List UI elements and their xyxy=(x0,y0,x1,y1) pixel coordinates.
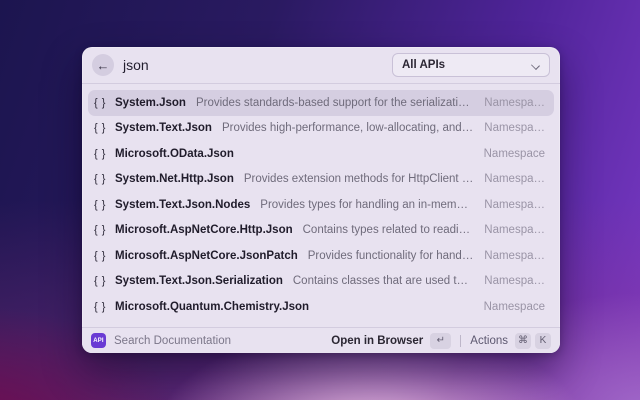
result-description: Provides functionality for handling JSON… xyxy=(307,249,475,262)
back-arrow-icon: ← xyxy=(96,57,110,73)
result-row[interactable]: { } System.Text.Json.Serialization Conta… xyxy=(88,269,554,295)
footer-divider xyxy=(460,334,462,347)
result-row[interactable]: { } Microsoft.AspNetCore.JsonPatch Provi… xyxy=(88,243,554,269)
result-type-badge: Namespa… xyxy=(484,275,545,288)
result-row[interactable]: { } System.Net.Http.Json Provides extens… xyxy=(88,167,554,193)
result-type-badge: Namespa… xyxy=(484,198,545,211)
result-description: Provides types for handling an in-memory… xyxy=(260,198,474,211)
api-extension-icon-label: API xyxy=(93,337,104,344)
result-row[interactable]: { } System.Text.Json.Nodes Provides type… xyxy=(88,192,554,218)
return-key-icon: ↵ xyxy=(430,332,452,349)
result-type-badge: Namespace xyxy=(483,300,545,313)
footer-bar: API Search Documentation Open in Browser… xyxy=(82,327,560,353)
api-filter-value: All APIs xyxy=(402,59,446,71)
namespace-braces-icon: { } xyxy=(94,224,106,237)
result-row[interactable]: { } Microsoft.AspNetCore.Http.Json Conta… xyxy=(88,218,554,244)
namespace-braces-icon: { } xyxy=(94,198,106,211)
result-description: Provides extension methods for HttpClien… xyxy=(243,173,475,186)
namespace-braces-icon: { } xyxy=(94,275,106,288)
chevron-down-icon xyxy=(532,61,540,69)
open-in-browser-button[interactable]: Open in Browser xyxy=(331,335,423,347)
k-key-icon: K xyxy=(535,332,551,349)
search-header: ← json All APIs xyxy=(82,47,560,84)
back-button[interactable]: ← xyxy=(92,54,114,76)
result-row[interactable]: { } System.Json Provides standards-based… xyxy=(88,90,554,116)
result-type-badge: Namespa… xyxy=(484,122,545,135)
result-description: Contains classes that are used to custom… xyxy=(292,275,474,288)
result-title: System.Net.Http.Json xyxy=(115,173,234,186)
result-description: Provides high-performance, low-allocatin… xyxy=(221,122,474,135)
actions-button[interactable]: Actions xyxy=(470,335,508,347)
namespace-braces-icon: { } xyxy=(94,249,106,262)
result-title: System.Text.Json.Serialization xyxy=(115,275,283,288)
command-key-icon: ⌘ xyxy=(515,332,531,349)
result-title: Microsoft.Quantum.Chemistry.Json xyxy=(115,300,310,313)
result-title: System.Text.Json xyxy=(115,122,212,135)
result-type-badge: Namespace xyxy=(483,147,545,160)
result-type-badge: Namespa… xyxy=(484,224,545,237)
namespace-braces-icon: { } xyxy=(94,300,106,313)
result-row[interactable]: { } Microsoft.OData.Json Namespace xyxy=(88,141,554,167)
footer-actions: Open in Browser ↵ Actions ⌘ K xyxy=(331,332,551,349)
result-title: System.Json xyxy=(115,96,186,109)
result-row[interactable]: { } Microsoft.Quantum.Chemistry.Json Nam… xyxy=(88,294,554,320)
namespace-braces-icon: { } xyxy=(94,122,106,135)
api-filter-dropdown[interactable]: All APIs xyxy=(392,53,550,77)
result-description: Contains types related to reading JSON f… xyxy=(302,224,475,237)
result-type-badge: Namespa… xyxy=(484,173,545,186)
results-list: { } System.Json Provides standards-based… xyxy=(82,84,560,327)
search-palette-window: ← json All APIs { } System.Json Provides… xyxy=(82,47,560,353)
namespace-braces-icon: { } xyxy=(94,147,106,160)
api-extension-icon: API xyxy=(91,333,106,348)
result-title: Microsoft.AspNetCore.Http.Json xyxy=(115,224,293,237)
namespace-braces-icon: { } xyxy=(94,96,106,109)
search-input[interactable]: json xyxy=(123,57,149,73)
result-title: System.Text.Json.Nodes xyxy=(115,198,251,211)
result-title: Microsoft.AspNetCore.JsonPatch xyxy=(115,249,298,262)
result-row[interactable]: { } System.Text.Json Provides high-perfo… xyxy=(88,116,554,142)
extension-title: Search Documentation xyxy=(114,334,231,347)
result-description: Provides standards-based support for the… xyxy=(195,96,474,109)
namespace-braces-icon: { } xyxy=(94,173,106,186)
result-title: Microsoft.OData.Json xyxy=(115,147,234,160)
result-type-badge: Namespa… xyxy=(484,96,545,109)
actions-shortcut-keys: ⌘ K xyxy=(515,332,551,349)
result-type-badge: Namespa… xyxy=(484,249,545,262)
